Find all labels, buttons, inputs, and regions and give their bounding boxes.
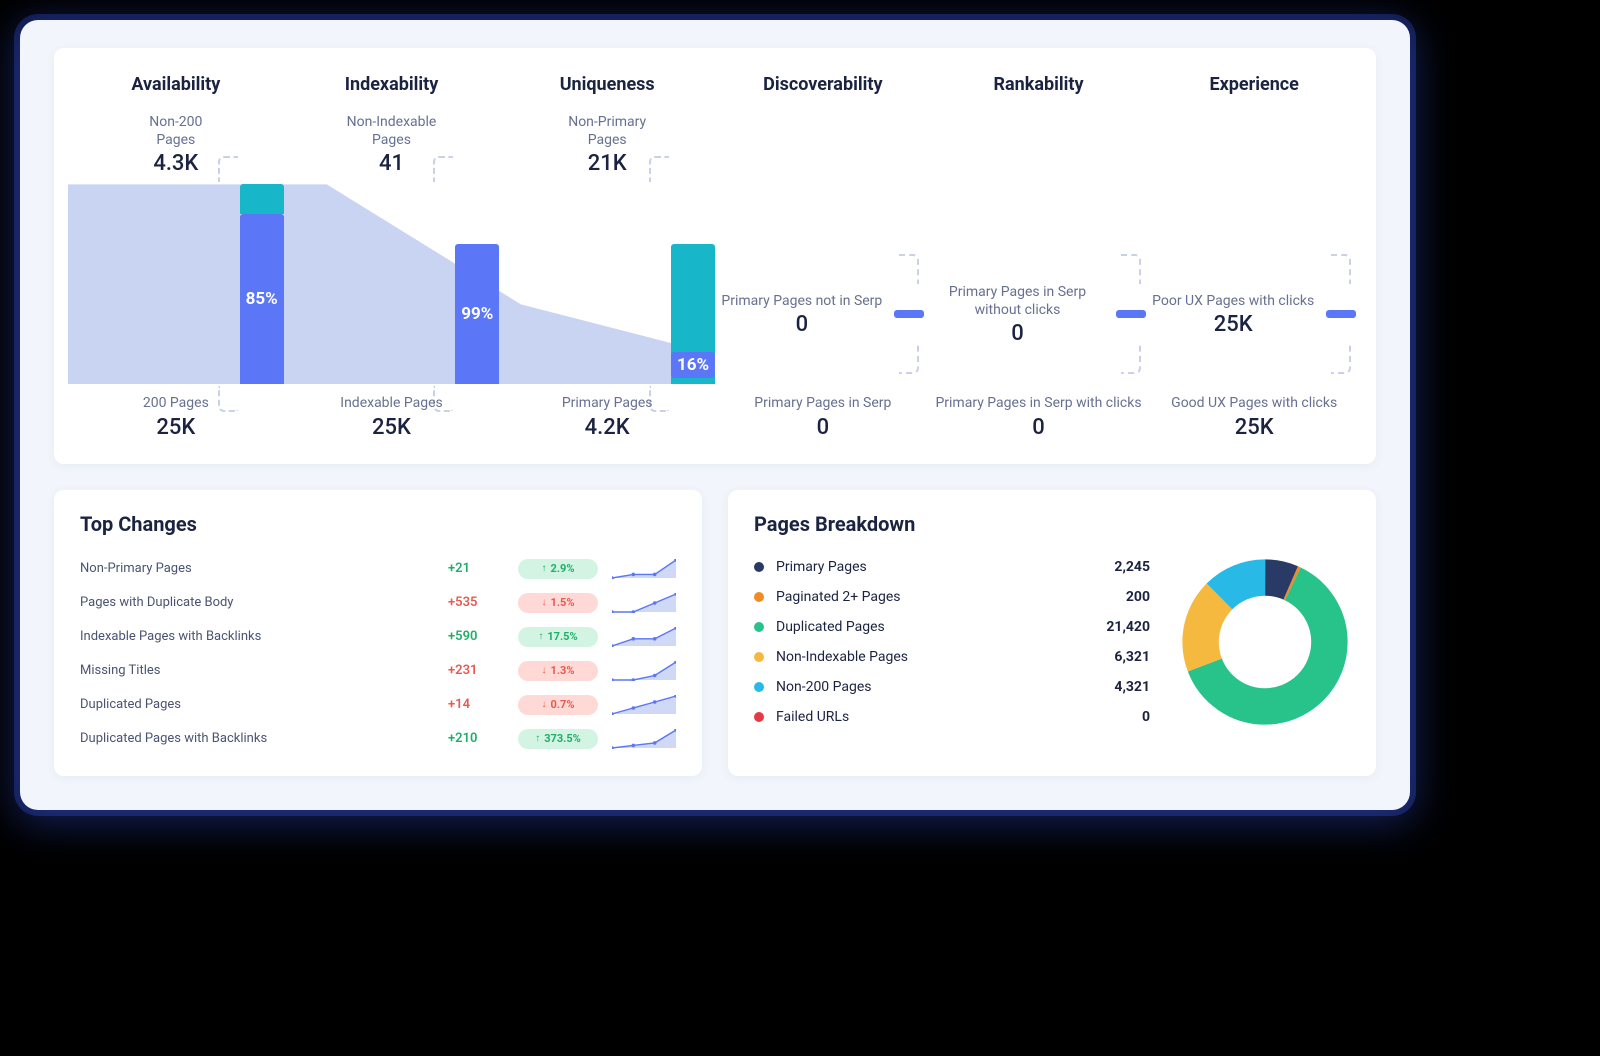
top-change-name: Indexable Pages with Backlinks — [80, 629, 434, 644]
top-changes-title: Top Changes — [80, 512, 676, 536]
funnel-bottom-stat-0: 200 Pages 25K — [143, 394, 209, 439]
funnel-right-bottom-4: Primary Pages in Serp with clicks 0 — [935, 394, 1141, 439]
breakdown-label: Duplicated Pages — [776, 619, 1106, 635]
breakdown-value: 0 — [1142, 709, 1150, 725]
funnel-header-1: Indexability — [345, 74, 439, 95]
top-change-name: Pages with Duplicate Body — [80, 595, 434, 610]
arrow-up-icon: ↑ — [542, 563, 547, 574]
top-change-delta: +535 — [448, 595, 504, 610]
funnel-right-col-4: Primary Pages in Serp without clicks 0 P… — [931, 113, 1147, 440]
funnel-right-top-3: Primary Pages not in Serp 0 — [721, 292, 882, 337]
funnel-right-top-5: Poor UX Pages with clicks 25K — [1152, 292, 1314, 337]
breakdown-row-5[interactable]: Failed URLs 0 — [754, 702, 1150, 732]
funnel-bar-0: 85% — [240, 214, 284, 384]
pages-breakdown-donut — [1180, 557, 1350, 727]
breakdown-row-2[interactable]: Duplicated Pages 21,420 — [754, 612, 1150, 642]
top-change-sparkline — [612, 661, 676, 681]
top-change-pct-pill: ↓ 0.7% — [518, 695, 598, 715]
top-changes-panel: Top Changes Non-Primary Pages +21 ↑ 2.9%… — [54, 490, 702, 776]
arrow-up-icon: ↑ — [538, 631, 543, 642]
top-change-name: Duplicated Pages — [80, 697, 434, 712]
funnel-right-bottom-5: Good UX Pages with clicks 25K — [1171, 394, 1337, 439]
funnel-mini-bar-5 — [1326, 310, 1356, 318]
legend-dot-icon — [754, 682, 764, 692]
top-change-pct-pill: ↓ 1.5% — [518, 593, 598, 613]
top-change-row-4[interactable]: Duplicated Pages +14 ↓ 0.7% — [80, 688, 676, 722]
funnel-bottom-stat-1: Indexable Pages 25K — [340, 394, 442, 439]
funnel-right-col-5: Poor UX Pages with clicks 25K Good UX Pa… — [1146, 113, 1362, 440]
top-change-name: Duplicated Pages with Backlinks — [80, 731, 434, 746]
top-change-row-2[interactable]: Indexable Pages with Backlinks +590 ↑ 17… — [80, 620, 676, 654]
top-change-delta: +210 — [448, 731, 504, 746]
arrow-down-icon: ↓ — [542, 597, 547, 608]
breakdown-label: Primary Pages — [776, 559, 1114, 575]
breakdown-value: 4,321 — [1114, 679, 1150, 695]
funnel-top-stat-2: Non-Primary Pages 21K — [568, 113, 646, 176]
top-change-sparkline — [612, 729, 676, 749]
top-change-delta: +590 — [448, 629, 504, 644]
funnel-top-stat-1: Non-Indexable Pages 41 — [347, 113, 437, 176]
breakdown-label: Non-200 Pages — [776, 679, 1114, 695]
funnel-bar-2: 16% — [671, 244, 715, 384]
top-change-pct-pill: ↑ 2.9% — [518, 559, 598, 579]
breakdown-row-1[interactable]: Paginated 2+ Pages 200 — [754, 582, 1150, 612]
legend-dot-icon — [754, 652, 764, 662]
top-change-pct-pill: ↓ 1.3% — [518, 661, 598, 681]
funnel-header-5: Experience — [1209, 74, 1298, 95]
funnel-mini-bar-4 — [1116, 310, 1146, 318]
dashboard-root: Availability Indexability Uniqueness Discov… — [20, 20, 1410, 810]
breakdown-row-4[interactable]: Non-200 Pages 4,321 — [754, 672, 1150, 702]
funnel-right-bottom-3: Primary Pages in Serp 0 — [754, 394, 891, 439]
funnel-header-4: Rankability — [993, 74, 1083, 95]
breakdown-row-3[interactable]: Non-Indexable Pages 6,321 — [754, 642, 1150, 672]
legend-dot-icon — [754, 712, 764, 722]
top-change-sparkline — [612, 559, 676, 579]
funnel-bar-cap-0 — [240, 184, 284, 214]
breakdown-value: 2,245 — [1114, 559, 1150, 575]
top-change-sparkline — [612, 593, 676, 613]
top-change-name: Missing Titles — [80, 663, 434, 678]
top-change-pct-pill: ↑ 373.5% — [518, 729, 598, 749]
top-change-pct-pill: ↑ 17.5% — [518, 627, 598, 647]
funnel-flow-chart: 85% 99% 16% — [68, 184, 715, 384]
top-change-delta: +231 — [448, 663, 504, 678]
top-change-row-0[interactable]: Non-Primary Pages +21 ↑ 2.9% — [80, 552, 676, 586]
breakdown-value: 6,321 — [1114, 649, 1150, 665]
legend-dot-icon — [754, 622, 764, 632]
top-change-row-5[interactable]: Duplicated Pages with Backlinks +210 ↑ 3… — [80, 722, 676, 756]
breakdown-row-0[interactable]: Primary Pages 2,245 — [754, 552, 1150, 582]
pages-breakdown-title: Pages Breakdown — [754, 512, 1350, 536]
funnel-header-0: Availability — [131, 74, 220, 95]
funnel-header-3: Discoverability — [763, 74, 882, 95]
funnel-header-2: Uniqueness — [560, 74, 655, 95]
funnel-top-stat-0: Non-200 Pages 4.3K — [149, 113, 202, 176]
top-change-delta: +14 — [448, 697, 504, 712]
funnel-right-top-4: Primary Pages in Serp without clicks 0 — [931, 283, 1105, 346]
breakdown-label: Non-Indexable Pages — [776, 649, 1114, 665]
breakdown-value: 21,420 — [1106, 619, 1150, 635]
top-change-sparkline — [612, 695, 676, 715]
breakdown-label: Paginated 2+ Pages — [776, 589, 1126, 605]
funnel-bottom-stat-2: Primary Pages 4.2K — [562, 394, 653, 439]
top-change-sparkline — [612, 627, 676, 647]
breakdown-label: Failed URLs — [776, 709, 1142, 725]
arrow-down-icon: ↓ — [542, 699, 547, 710]
legend-dot-icon — [754, 562, 764, 572]
top-change-name: Non-Primary Pages — [80, 561, 434, 576]
legend-dot-icon — [754, 592, 764, 602]
funnel-mini-bar-3 — [894, 310, 924, 318]
pages-breakdown-panel: Pages Breakdown Primary Pages 2,245 Pagi… — [728, 490, 1376, 776]
seo-funnel-panel: Availability Indexability Uniqueness Discov… — [54, 48, 1376, 464]
funnel-bar-1: 99% — [455, 244, 499, 384]
arrow-up-icon: ↑ — [535, 733, 540, 744]
funnel-right-col-3: Primary Pages not in Serp 0 Primary Page… — [715, 113, 931, 440]
top-change-row-3[interactable]: Missing Titles +231 ↓ 1.3% — [80, 654, 676, 688]
top-change-delta: +21 — [448, 561, 504, 576]
breakdown-value: 200 — [1126, 589, 1150, 605]
arrow-down-icon: ↓ — [542, 665, 547, 676]
top-change-row-1[interactable]: Pages with Duplicate Body +535 ↓ 1.5% — [80, 586, 676, 620]
